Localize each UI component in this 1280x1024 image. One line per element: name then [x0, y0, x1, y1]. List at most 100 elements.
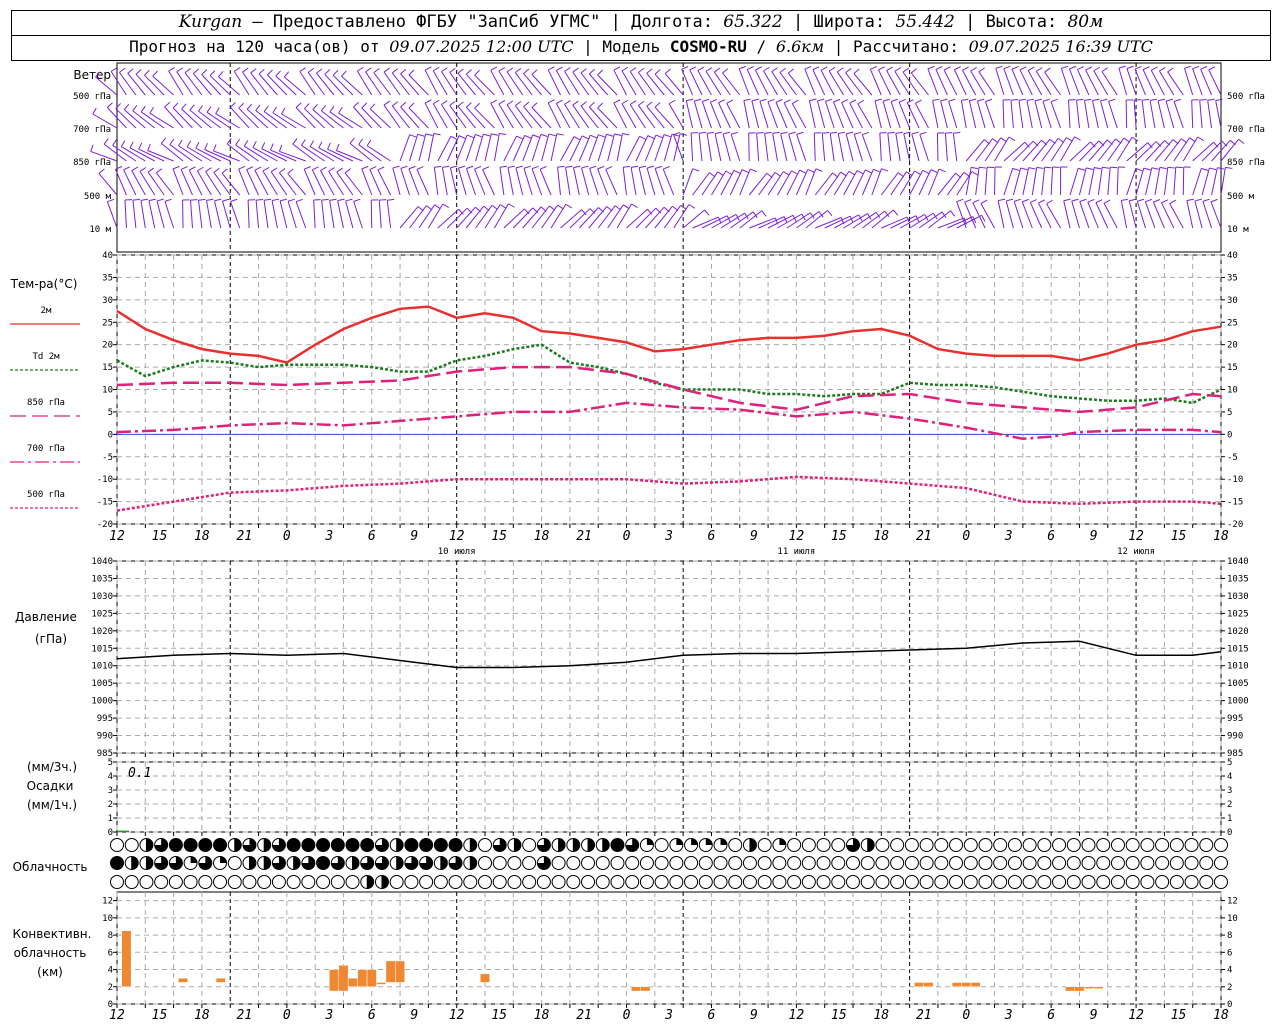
cloud-symbol [448, 875, 463, 889]
cloud-symbol [1052, 838, 1067, 852]
cloud-symbol [1037, 856, 1052, 870]
cloud-symbol [478, 838, 492, 852]
cloud-symbol-fill [287, 838, 301, 852]
conv-ytick-label: 12 [102, 897, 113, 907]
precip-ytick-label: 5 [108, 758, 113, 768]
cloud-symbol-fill [396, 856, 404, 870]
conv-hour-label: 21 [576, 1008, 592, 1023]
cloud-symbol-fill [146, 838, 153, 852]
temp-day-label: 10 июля [438, 547, 476, 557]
cloud-symbol [1155, 838, 1170, 852]
cloud-symbol-fill [440, 856, 448, 870]
conv-hour-label: 0 [283, 1008, 291, 1023]
cloud-symbol [684, 856, 699, 870]
conv-hour-label: 15 [831, 1008, 847, 1023]
temp-hour-label: 18 [534, 529, 550, 544]
conv-hour-label: 12 [109, 1008, 125, 1023]
conv-hour-label: 6 [368, 1008, 376, 1023]
temp-hour-label: 18 [194, 529, 210, 544]
precip-yunit-bottom: (мм/1ч.) [27, 798, 77, 812]
cloud-symbol [949, 838, 964, 852]
cloud-symbol [787, 838, 802, 852]
cloud-symbol [875, 856, 890, 870]
temp-hour-label: 3 [324, 529, 333, 544]
cloud-symbol [154, 875, 169, 889]
cloud-symbol-fill [131, 856, 139, 870]
cloud-symbol [610, 856, 625, 870]
cloud-symbol [1096, 856, 1111, 870]
press-ytick-label: 1015 [1227, 644, 1249, 654]
cloud-symbol [669, 856, 684, 870]
precip-ytick-label: 2 [108, 800, 113, 810]
cloud-symbol-fill [396, 838, 404, 852]
cloud-symbol [183, 875, 198, 889]
precipitation-panel: 0 0 1 1 2 2 3 3 4 4 5 5 (мм/3ч.) Осадки (мм/1ч.) 0.1 [27, 758, 1233, 838]
conv-hour-label: 12 [449, 1008, 465, 1023]
temp-hour-label: 3 [664, 529, 673, 544]
cloud-symbol-fill [249, 856, 256, 870]
temp-hour-label: 12 [1128, 529, 1144, 544]
conv-ylabel-2: облачность [14, 946, 87, 960]
temp-ytick-label: 15 [1227, 363, 1238, 373]
precip-ytick-label: 5 [1227, 758, 1232, 768]
conv-hour-label: 0 [962, 1008, 970, 1023]
cloud-symbol [728, 838, 743, 852]
conv-bar [121, 930, 132, 988]
conv-bar [914, 982, 925, 988]
cloud-symbol [301, 875, 316, 889]
cloud-symbol [757, 875, 772, 889]
wind-level-label: 500 гПа [73, 92, 111, 102]
conv-ytick-label: 12 [1227, 897, 1238, 907]
cloud-symbol-fill [558, 838, 566, 852]
cloud-symbol [1096, 875, 1111, 889]
temp-hour-label: 0 [623, 529, 631, 544]
wind-level-label: 500 гПа [1227, 92, 1265, 102]
temp-ytick-label: 40 [1227, 251, 1238, 261]
temp-ytick-label: 5 [108, 408, 113, 418]
cloud-symbol-fill [213, 838, 227, 852]
cloud-symbol [1066, 856, 1081, 870]
conv-ylabel-3: (км) [37, 965, 63, 979]
temp-day-label: 11 июля [777, 547, 815, 557]
cloud-symbol-fill [264, 838, 271, 852]
cloud-symbol [257, 875, 272, 889]
cloud-symbol [168, 875, 183, 889]
conv-ytick-label: 10 [1227, 914, 1238, 924]
cloud-symbol [271, 875, 286, 889]
cloud-symbol [1096, 838, 1111, 852]
temp-ytick-label: 35 [1227, 273, 1238, 283]
precip-ytick-label: 0 [1227, 828, 1232, 838]
wind-barb-feather [1199, 98, 1207, 101]
wind-level-label: 500 м [1227, 192, 1255, 202]
cloud-symbol [1022, 838, 1037, 852]
temp-legend-label: 700 гПа [27, 444, 65, 454]
cloud-symbol [1037, 838, 1052, 852]
cloud-symbol [654, 875, 669, 889]
cloud-symbol [1199, 856, 1214, 870]
conv-bar [376, 982, 387, 985]
press-ytick-label: 1035 [1227, 574, 1249, 584]
cloud-panel: Облачность [13, 838, 1228, 889]
precip-ytick-label: 4 [108, 772, 113, 782]
cloud-symbol [1110, 875, 1125, 889]
cloud-symbol [610, 875, 625, 889]
temp-hour-label: 6 [368, 529, 376, 544]
press-ytick-label: 1005 [91, 679, 113, 689]
cloud-symbol [1081, 838, 1096, 852]
cloud-symbol-fill [867, 838, 875, 852]
cloud-symbol [1037, 875, 1052, 889]
press-ytick-label: 1000 [91, 697, 113, 707]
cloud-symbol [1169, 856, 1184, 870]
press-ytick-label: 1035 [91, 574, 113, 584]
cloud-symbol [949, 856, 964, 870]
temp-ytick-label: 35 [102, 273, 113, 283]
cloud-symbol [963, 838, 978, 852]
conv-bar [1083, 986, 1094, 990]
cloud-symbol [566, 875, 581, 889]
cloud-symbol [934, 875, 949, 889]
temperature-panel: -20 -20-15 -15-10 -10-5 -50 05 510 1015 1520 2025… [10, 251, 1244, 557]
cloud-symbol-fill [184, 838, 198, 852]
cloud-symbol [595, 856, 610, 870]
wind-barb-feather [106, 102, 113, 108]
wind-frame [116, 62, 1222, 253]
